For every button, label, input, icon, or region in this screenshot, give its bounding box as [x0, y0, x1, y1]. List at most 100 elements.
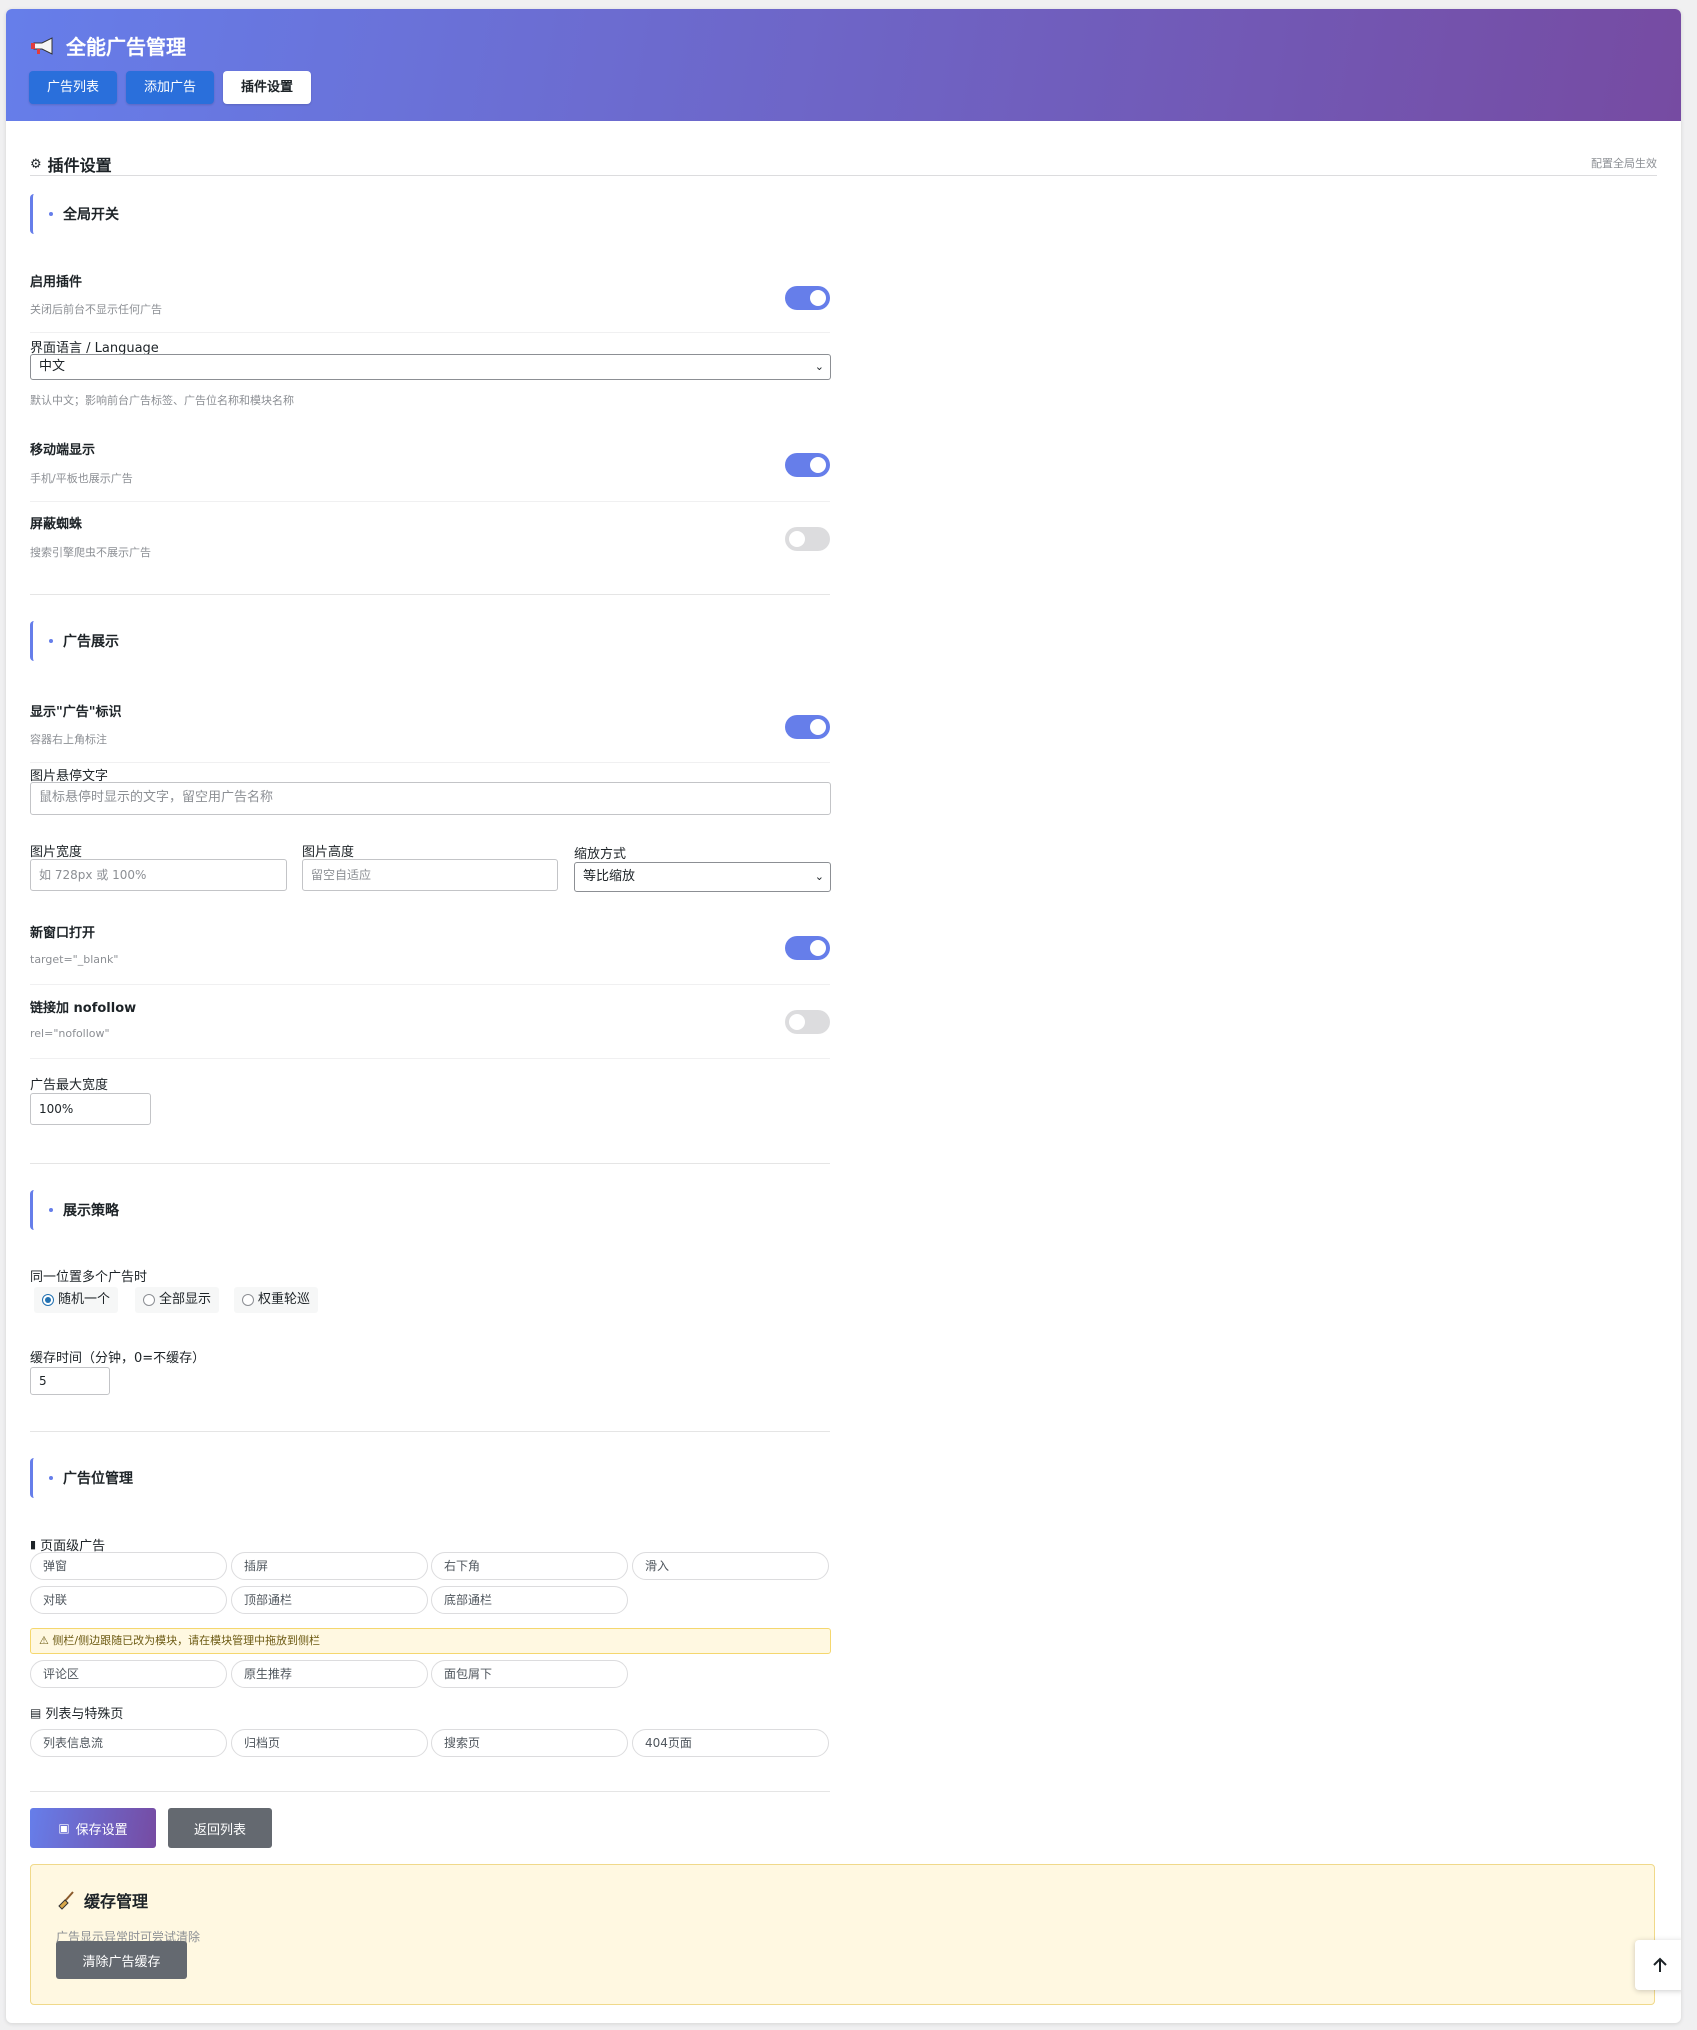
width-label: 图片宽度 [30, 845, 83, 860]
app-header: 全能广告管理 广告列表 添加广告 插件设置 [6, 9, 1681, 121]
section-note: 配置全局生效 [1591, 157, 1657, 170]
enable-desc: 关闭后前台不显示任何广告 [30, 303, 162, 316]
tab-plugin-settings[interactable]: 插件设置 [223, 71, 312, 104]
clear-cache-button[interactable]: 清除广告缓存 [56, 1941, 187, 1979]
cache-card: 缓存管理 广告显示异常时可尝试清除 清除广告缓存 [30, 1864, 1655, 2005]
radio-weighted-label: 权重轮巡 [258, 1292, 311, 1307]
position-feed[interactable]: 列表信息流 [30, 1729, 227, 1757]
nofollow-desc: rel="nofollow" [30, 1027, 110, 1040]
position-popup[interactable]: 弹窗 [30, 1552, 227, 1580]
position-bottom-right[interactable]: 右下角 [431, 1552, 628, 1580]
scale-select[interactable]: 等比缩放 ⌄ [574, 862, 831, 892]
position-comments[interactable]: 评论区 [30, 1660, 227, 1688]
cache-time-input[interactable]: 5 [30, 1367, 110, 1395]
page-title-text: 插件设置 [47, 156, 112, 175]
language-desc: 默认中文；影响前台广告标签、广告位名称和模块名称 [30, 394, 294, 407]
bullet-icon [49, 1208, 53, 1212]
chevron-down-icon: ⌄ [814, 360, 824, 373]
group-strategy-title: 展示策略 [63, 1203, 119, 1219]
group-global-header: 全局开关 [30, 194, 119, 234]
group-positions-title: 广告位管理 [63, 1471, 133, 1487]
scale-value: 等比缩放 [583, 869, 636, 884]
radio-weighted[interactable]: 权重轮巡 [234, 1287, 319, 1313]
enable-label: 启用插件 [30, 275, 83, 290]
floppy-icon: ▣ [58, 1821, 70, 1835]
scale-label: 缩放方式 [574, 847, 627, 862]
gear-icon: ⚙ [30, 156, 42, 172]
group-strategy-header: 展示策略 [30, 1190, 119, 1230]
image-height-input[interactable]: 留空自适应 [302, 859, 558, 891]
position-bottom-banner[interactable]: 底部通栏 [431, 1586, 628, 1614]
group-divider [30, 1431, 830, 1432]
list-pages-title: 列表与特殊页 [45, 1707, 124, 1722]
position-breadcrumb[interactable]: 面包屑下 [431, 1660, 628, 1688]
badge-toggle[interactable] [785, 715, 830, 739]
save-button[interactable]: ▣ 保存设置 [30, 1808, 156, 1848]
multi-ad-label: 同一位置多个广告时 [30, 1270, 148, 1285]
position-native[interactable]: 原生推荐 [231, 1660, 428, 1688]
row-divider [30, 762, 830, 763]
position-search[interactable]: 搜索页 [431, 1729, 628, 1757]
nofollow-toggle[interactable] [785, 1010, 830, 1034]
maxwidth-label: 广告最大宽度 [30, 1078, 109, 1093]
radio-dot [242, 1294, 254, 1306]
radio-show-all-label: 全部显示 [159, 1292, 212, 1307]
row-divider [30, 1058, 830, 1059]
position-404[interactable]: 404页面 [632, 1729, 829, 1757]
row-divider [30, 332, 830, 333]
position-top-banner[interactable]: 顶部通栏 [231, 1586, 428, 1614]
save-button-label: 保存设置 [75, 1822, 128, 1838]
list-pages-heading: ▤ 列表与特殊页 [30, 1703, 124, 1723]
language-value: 中文 [39, 359, 66, 374]
position-couplet[interactable]: 对联 [30, 1586, 227, 1614]
tab-bar: 广告列表 添加广告 插件设置 [29, 71, 312, 104]
badge-desc: 容器右上角标注 [30, 733, 107, 746]
enable-toggle[interactable] [785, 286, 830, 310]
group-global-title: 全局开关 [63, 207, 119, 223]
group-divider [30, 1791, 830, 1792]
divider [30, 175, 1657, 176]
group-divider [30, 1163, 830, 1164]
back-to-top-button[interactable] [1635, 1940, 1681, 1990]
mobile-desc: 手机/平板也展示广告 [30, 472, 133, 485]
row-divider [30, 501, 830, 502]
spider-desc: 搜索引擎爬虫不展示广告 [30, 546, 151, 559]
back-button[interactable]: 返回列表 [168, 1808, 272, 1848]
group-display-title: 广告展示 [63, 634, 119, 650]
page-title: ⚙ 插件设置 [30, 152, 112, 176]
radio-dot [42, 1294, 54, 1306]
newwin-desc: target="_blank" [30, 953, 119, 966]
max-width-input[interactable]: 100% [30, 1093, 151, 1125]
group-divider [30, 594, 830, 595]
newwin-toggle[interactable] [785, 936, 830, 960]
clipboard-icon: ▤ [30, 1705, 42, 1720]
settings-panel: 全能广告管理 广告列表 添加广告 插件设置 ⚙ 插件设置 配置全局生效 全局开关… [6, 9, 1681, 2023]
radio-random[interactable]: 随机一个 [34, 1287, 119, 1313]
app-title-text: 全能广告管理 [66, 35, 186, 59]
tab-ad-list[interactable]: 广告列表 [29, 71, 118, 104]
phone-icon: ▮ [30, 1538, 37, 1551]
group-positions-header: 广告位管理 [30, 1458, 133, 1498]
row-divider [30, 984, 830, 985]
mobile-toggle[interactable] [785, 453, 830, 477]
position-interstitial[interactable]: 插屏 [231, 1552, 428, 1580]
cache-title-text: 缓存管理 [84, 1892, 149, 1911]
mobile-label: 移动端显示 [30, 443, 96, 458]
position-slide-in[interactable]: 滑入 [632, 1552, 829, 1580]
group-display-header: 广告展示 [30, 621, 119, 661]
radio-dot [143, 1294, 155, 1306]
spider-toggle[interactable] [785, 527, 830, 551]
radio-show-all[interactable]: 全部显示 [135, 1287, 220, 1313]
arrow-up-icon [1653, 1957, 1667, 1972]
tab-add-ad[interactable]: 添加广告 [126, 71, 215, 104]
language-select[interactable]: 中文 ⌄ [30, 354, 831, 380]
badge-label: 显示"广告"标识 [30, 705, 122, 720]
hover-text-input[interactable]: 鼠标悬停时显示的文字，留空用广告名称 [30, 782, 831, 815]
height-label: 图片高度 [302, 845, 355, 860]
broom-icon [58, 1891, 74, 1910]
image-width-input[interactable]: 如 728px 或 100% [30, 859, 287, 891]
bullet-icon [49, 212, 53, 216]
position-archive[interactable]: 归档页 [231, 1729, 428, 1757]
cache-time-label: 缓存时间（分钟，0=不缓存） [30, 1351, 206, 1366]
sidebar-warning: ⚠ 侧栏/侧边跟随已改为模块，请在模块管理中拖放到侧栏 [30, 1628, 831, 1654]
